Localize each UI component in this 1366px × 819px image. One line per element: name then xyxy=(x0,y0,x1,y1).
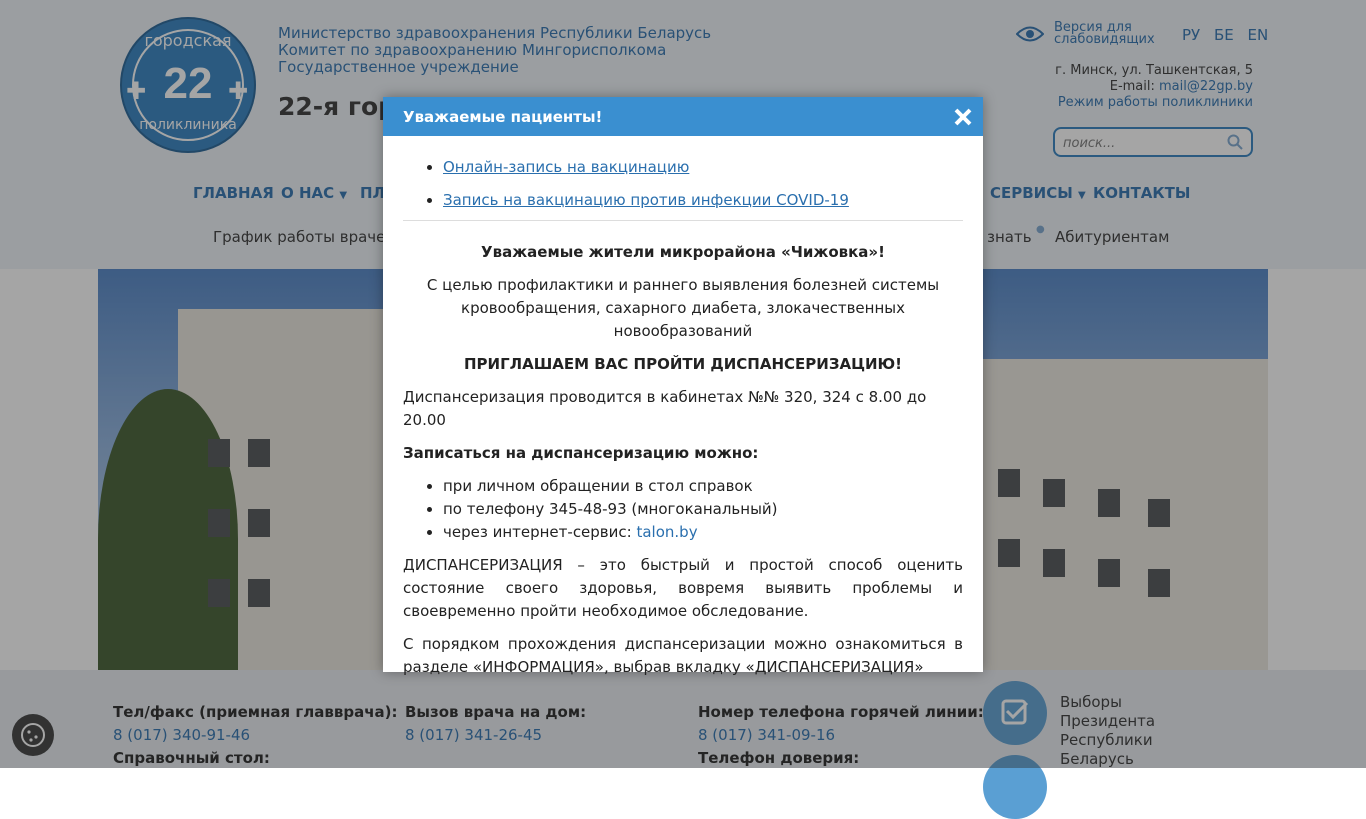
rooms-info: Диспансеризация проводится в кабинетах №… xyxy=(403,388,927,429)
signup-heading: Записаться на диспансеризацию можно: xyxy=(403,444,759,462)
description: ДИСПАНСЕРИЗАЦИЯ – это быстрый и простой … xyxy=(403,556,963,620)
vaccination-signup-link[interactable]: Онлайн-запись на вакцинацию xyxy=(443,158,689,176)
modal-body: Онлайн-запись на вакцинацию Запись на ва… xyxy=(403,136,963,679)
modal-header: Уважаемые пациенты! xyxy=(383,97,983,136)
online-service-text: через интернет-сервис: xyxy=(443,523,632,541)
vaccination-links: Онлайн-запись на вакцинацию Запись на ва… xyxy=(403,156,963,212)
purpose-text: С целью профилактики и раннего выявления… xyxy=(426,276,940,340)
greeting: Уважаемые жители микрорайона «Чижовка»! xyxy=(481,243,885,261)
info-text: С порядком прохождения диспансеризации м… xyxy=(403,635,963,676)
divider xyxy=(403,220,963,221)
covid-vaccination-link[interactable]: Запись на вакцинацию против инфекции COV… xyxy=(443,191,849,209)
talon-link[interactable]: talon.by xyxy=(636,523,697,541)
close-icon[interactable] xyxy=(953,107,973,127)
signup-option: через интернет-сервис: talon.by xyxy=(443,521,963,544)
modal-title: Уважаемые пациенты! xyxy=(403,108,603,126)
signup-option: при личном обращении в стол справок xyxy=(443,475,963,498)
invitation: ПРИГЛАШАЕМ ВАС ПРОЙТИ ДИСПАНСЕРИЗАЦИЮ! xyxy=(463,355,903,373)
signup-options: при личном обращении в стол справок по т… xyxy=(403,475,963,544)
patients-notice-modal: Уважаемые пациенты! Онлайн-запись на вак… xyxy=(383,97,983,676)
signup-option: по телефону 345-48-93 (многоканальный) xyxy=(443,498,963,521)
